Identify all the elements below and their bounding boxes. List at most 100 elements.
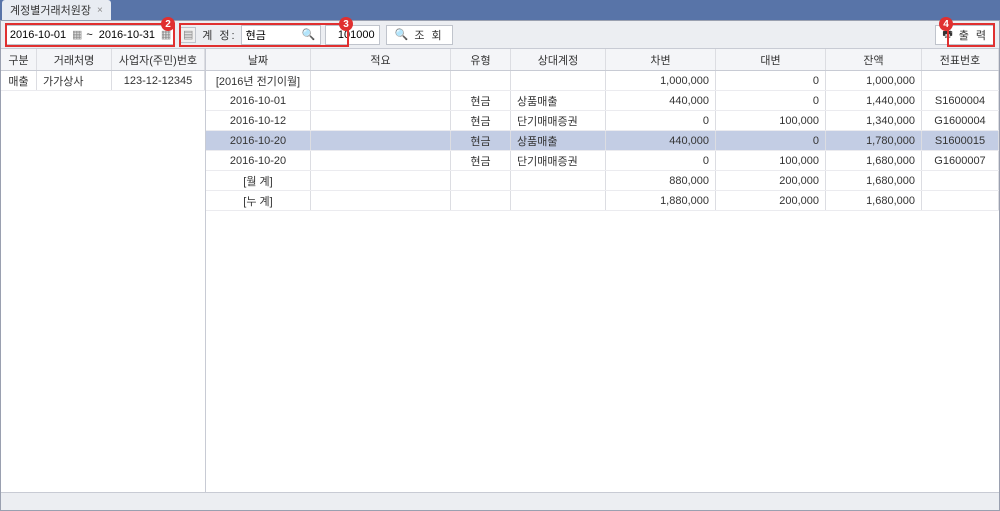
status-bar — [1, 492, 999, 510]
table-row[interactable]: [누 계]1,880,000200,0001,680,000 — [206, 191, 999, 211]
account-name-value: 현금 — [246, 27, 266, 43]
cell-credit: 0 — [716, 71, 826, 90]
cell-date: 2016-10-20 — [206, 131, 311, 150]
cell-memo — [311, 131, 451, 150]
close-icon[interactable]: × — [97, 5, 103, 16]
cell-counter — [511, 71, 606, 90]
tab-title: 계정별거래처원장 — [10, 2, 91, 18]
cell-date: 2016-10-12 — [206, 111, 311, 130]
col-balance: 잔액 — [826, 49, 922, 70]
cell-memo — [311, 151, 451, 170]
print-label: 출 력 — [959, 27, 988, 43]
table-row[interactable]: [2016년 전기이월]1,000,00001,000,000 — [206, 71, 999, 91]
cell-trtype: 현금 — [451, 111, 511, 130]
account-name-input[interactable]: 현금 🔍 — [241, 25, 321, 45]
cell-debit: 0 — [606, 151, 716, 170]
col-voucher: 전표번호 — [922, 49, 999, 70]
date-separator: ~ — [86, 29, 92, 41]
col-debit: 차변 — [606, 49, 716, 70]
cell-type: 매출 — [1, 71, 37, 90]
cell-trtype: 현금 — [451, 91, 511, 110]
cell-counter: 상품매출 — [511, 91, 606, 110]
col-trtype: 유형 — [451, 49, 511, 70]
active-tab[interactable]: 계정별거래처원장 × — [2, 0, 111, 20]
col-memo: 적요 — [311, 49, 451, 70]
col-bizno: 사업자(주민)번호 — [112, 49, 205, 70]
cell-voucher — [922, 171, 999, 190]
cell-trtype: 현금 — [451, 131, 511, 150]
search-icon: 🔍 — [395, 28, 411, 41]
cell-trtype — [451, 191, 511, 210]
highlight-badge-3: 3 — [339, 17, 353, 31]
account-filter-group: 계 정: 현금 🔍 101000 — [202, 25, 379, 45]
main-panel: 2 3 4 ▦ ~ ▦ ▤ 계 정: 현금 🔍 101000 — [0, 20, 1000, 511]
cell-debit: 880,000 — [606, 171, 716, 190]
cell-memo — [311, 71, 451, 90]
partner-table-body: 매출가가상사123-12-12345 — [1, 71, 205, 91]
cell-date: [2016년 전기이월] — [206, 71, 311, 90]
cell-counter: 단기매매증권 — [511, 151, 606, 170]
period-picker-icon[interactable]: ▤ — [180, 27, 196, 43]
cell-balance: 1,000,000 — [826, 71, 922, 90]
cell-balance: 1,680,000 — [826, 191, 922, 210]
table-row[interactable]: 2016-10-01현금상품매출440,00001,440,000S160000… — [206, 91, 999, 111]
cell-memo — [311, 111, 451, 130]
cell-counter — [511, 171, 606, 190]
col-type: 구분 — [1, 49, 37, 70]
lookup-label: 조 회 — [414, 27, 443, 43]
ledger-table-header: 날짜 적요 유형 상대계정 차변 대변 잔액 전표번호 — [206, 49, 999, 71]
cell-voucher: S1600004 — [922, 91, 999, 110]
cell-trtype — [451, 71, 511, 90]
cell-debit: 0 — [606, 111, 716, 130]
cell-trtype — [451, 171, 511, 190]
calendar-icon[interactable]: ▦ — [72, 28, 82, 41]
date-range-group: ▦ ~ ▦ — [5, 25, 174, 45]
cell-voucher: G1600004 — [922, 111, 999, 130]
highlight-badge-2: 2 — [161, 17, 175, 31]
cell-date: [월 계] — [206, 171, 311, 190]
search-icon[interactable]: 🔍 — [302, 28, 316, 41]
cell-credit: 200,000 — [716, 171, 826, 190]
ledger-table-body: [2016년 전기이월]1,000,00001,000,0002016-10-0… — [206, 71, 999, 211]
cell-credit: 100,000 — [716, 151, 826, 170]
cell-date: 2016-10-01 — [206, 91, 311, 110]
table-row[interactable]: 매출가가상사123-12-12345 — [1, 71, 205, 91]
col-counter: 상대계정 — [511, 49, 606, 70]
cell-balance: 1,780,000 — [826, 131, 922, 150]
table-row[interactable]: [월 계] 880,000200,0001,680,000 — [206, 171, 999, 191]
toolbar: ▦ ~ ▦ ▤ 계 정: 현금 🔍 101000 🔍 조 회 — [1, 21, 999, 49]
table-row[interactable]: 2016-10-20현금단기매매증권0100,0001,680,000G1600… — [206, 151, 999, 171]
cell-trtype: 현금 — [451, 151, 511, 170]
cell-debit: 440,000 — [606, 131, 716, 150]
date-from-input[interactable] — [8, 29, 68, 41]
cell-partner: 가가상사 — [37, 71, 112, 90]
cell-credit: 200,000 — [716, 191, 826, 210]
cell-counter — [511, 191, 606, 210]
table-row[interactable]: 2016-10-12 현금단기매매증권0100,0001,340,000G1600… — [206, 111, 999, 131]
partner-list-pane: 구분 거래처명 사업자(주민)번호 매출가가상사123-12-12345 — [1, 49, 206, 492]
cell-memo — [311, 191, 451, 210]
account-code-input[interactable]: 101000 — [325, 25, 380, 45]
partner-table-header: 구분 거래처명 사업자(주민)번호 — [1, 49, 205, 71]
cell-balance: 1,340,000 — [826, 111, 922, 130]
cell-credit: 100,000 — [716, 111, 826, 130]
cell-debit: 1,880,000 — [606, 191, 716, 210]
lookup-button[interactable]: 🔍 조 회 — [386, 25, 453, 45]
col-credit: 대변 — [716, 49, 826, 70]
cell-counter: 단기매매증권 — [511, 111, 606, 130]
table-row[interactable]: 2016-10-20현금상품매출440,00001,780,000S160001… — [206, 131, 999, 151]
date-to-input[interactable] — [97, 29, 157, 41]
cell-voucher — [922, 191, 999, 210]
cell-date: 2016-10-20 — [206, 151, 311, 170]
cell-credit: 0 — [716, 131, 826, 150]
cell-voucher: G1600007 — [922, 151, 999, 170]
app-window: 계정별거래처원장 × 2 3 4 ▦ ~ ▦ ▤ 계 정: 현금 🔍 — [0, 0, 1000, 511]
cell-voucher — [922, 71, 999, 90]
col-date: 날짜 — [206, 49, 311, 70]
cell-balance: 1,680,000 — [826, 171, 922, 190]
tab-bar: 계정별거래처원장 × — [0, 0, 1000, 20]
account-label: 계 정: — [202, 27, 236, 43]
cell-memo — [311, 91, 451, 110]
cell-bizno: 123-12-12345 — [112, 71, 205, 90]
ledger-pane: 날짜 적요 유형 상대계정 차변 대변 잔액 전표번호 [2016년 전기이월]… — [206, 49, 999, 492]
